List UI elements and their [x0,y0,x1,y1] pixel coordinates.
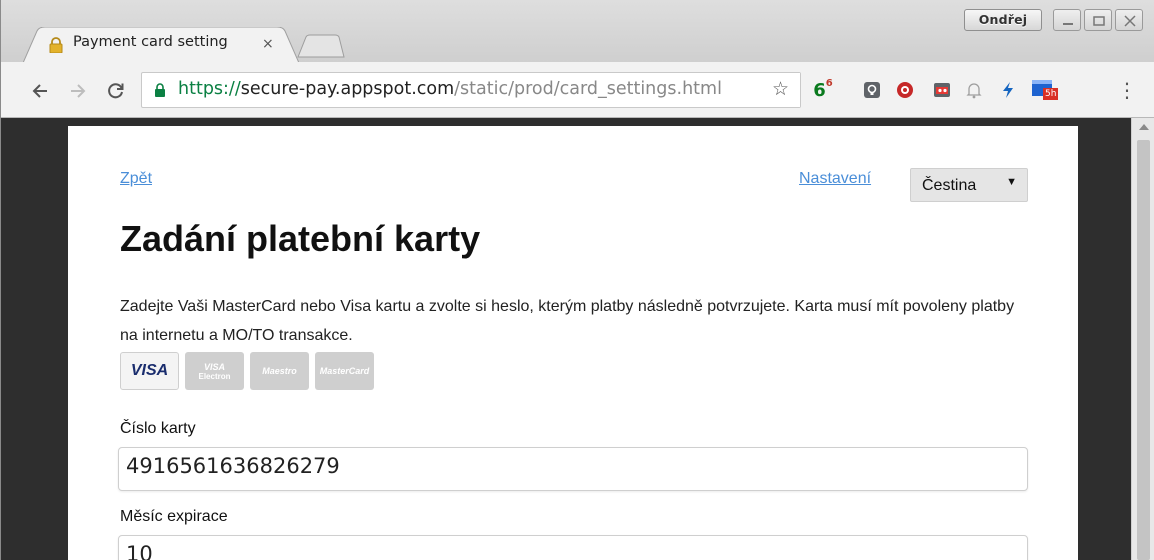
language-select[interactable]: Čestina ▼ [910,168,1028,202]
page-title: Zadání platební karty [120,218,481,259]
language-value: Čestina [922,177,977,194]
back-link[interactable]: Zpět [120,170,152,188]
visa-logo: VISA [120,352,179,390]
reload-icon [108,83,124,99]
url-host: secure-pay.appspot.com [240,79,455,99]
page-card: Zpět Nastavení Čestina ▼ Zadání platební… [68,126,1078,560]
visa-electron-bottom: Electron [198,371,231,381]
expiry-month-input[interactable]: 10 [118,535,1028,560]
bookmark-star-icon[interactable]: ☆ [772,78,789,100]
visa-electron-logo: VISA Electron [185,352,244,390]
page-viewport: Zpět Nastavení Čestina ▼ Zadání platební… [1,118,1131,560]
back-button[interactable] [27,78,53,104]
browser-menu-icon[interactable]: ⋮ [1117,78,1137,102]
extension-bolt-icon[interactable] [997,79,1019,101]
lock-icon [49,37,63,53]
ext-timer-badge: 5h [1043,88,1059,100]
arrow-right-icon [71,84,86,98]
maximize-icon [1093,16,1105,26]
address-bar[interactable]: https://secure-pay.appspot.com/static/pr… [141,72,801,108]
extension-bell-icon[interactable] [963,79,985,101]
card-logos: VISA VISA Electron Maestro MasterCard [120,352,374,390]
scroll-up-icon[interactable] [1139,124,1149,130]
minimize-button[interactable] [1053,9,1081,31]
scrollbar[interactable] [1131,118,1154,560]
url-text[interactable]: https://secure-pay.appspot.com/static/pr… [178,79,722,99]
tab-strip: Payment card setting × Ondřej [1,0,1154,63]
settings-link[interactable]: Nastavení [799,170,871,188]
extension-ghostery-icon[interactable] [894,79,916,101]
card-number-label: Číslo karty [120,420,196,437]
arrow-left-icon [32,84,47,98]
card-number-input[interactable]: 4916561636826279 [118,447,1028,491]
reload-button[interactable] [103,78,129,104]
expiry-month-label: Měsíc expirace [120,508,228,525]
page-description: Zadejte Vaši MasterCard nebo Visa kartu … [120,298,1015,344]
browser-window: Payment card setting × Ondřej https://se… [0,0,1154,560]
maximize-button[interactable] [1084,9,1112,31]
visa-electron-top: VISA [203,361,225,372]
extension-timer-icon[interactable]: 5h [1029,79,1059,101]
secure-lock-icon [155,83,165,97]
extension-cookie-icon[interactable] [931,79,953,101]
tab-close-icon[interactable]: × [262,36,274,52]
profile-button[interactable]: Ondřej [964,9,1042,31]
minimize-icon [1063,23,1073,25]
extension-six-icon[interactable]: 66 [811,77,835,101]
url-path: /static/prod/card_settings.html [454,79,722,99]
mastercard-logo: MasterCard [315,352,374,390]
scroll-thumb[interactable] [1137,140,1150,560]
toolbar: https://secure-pay.appspot.com/static/pr… [1,62,1154,118]
url-scheme: https:// [178,79,241,99]
forward-button[interactable] [65,78,91,104]
close-window-button[interactable] [1115,9,1143,31]
extension-bulb-icon[interactable] [861,79,883,101]
maestro-logo: Maestro [250,352,309,390]
tab-title[interactable]: Payment card setting [73,34,228,50]
ext-six-sup: 6 [825,77,833,89]
chevron-down-icon: ▼ [1006,176,1017,188]
new-tab-button[interactable] [297,34,345,58]
close-icon [1124,15,1136,27]
ext-six-label: 6 [813,79,826,101]
